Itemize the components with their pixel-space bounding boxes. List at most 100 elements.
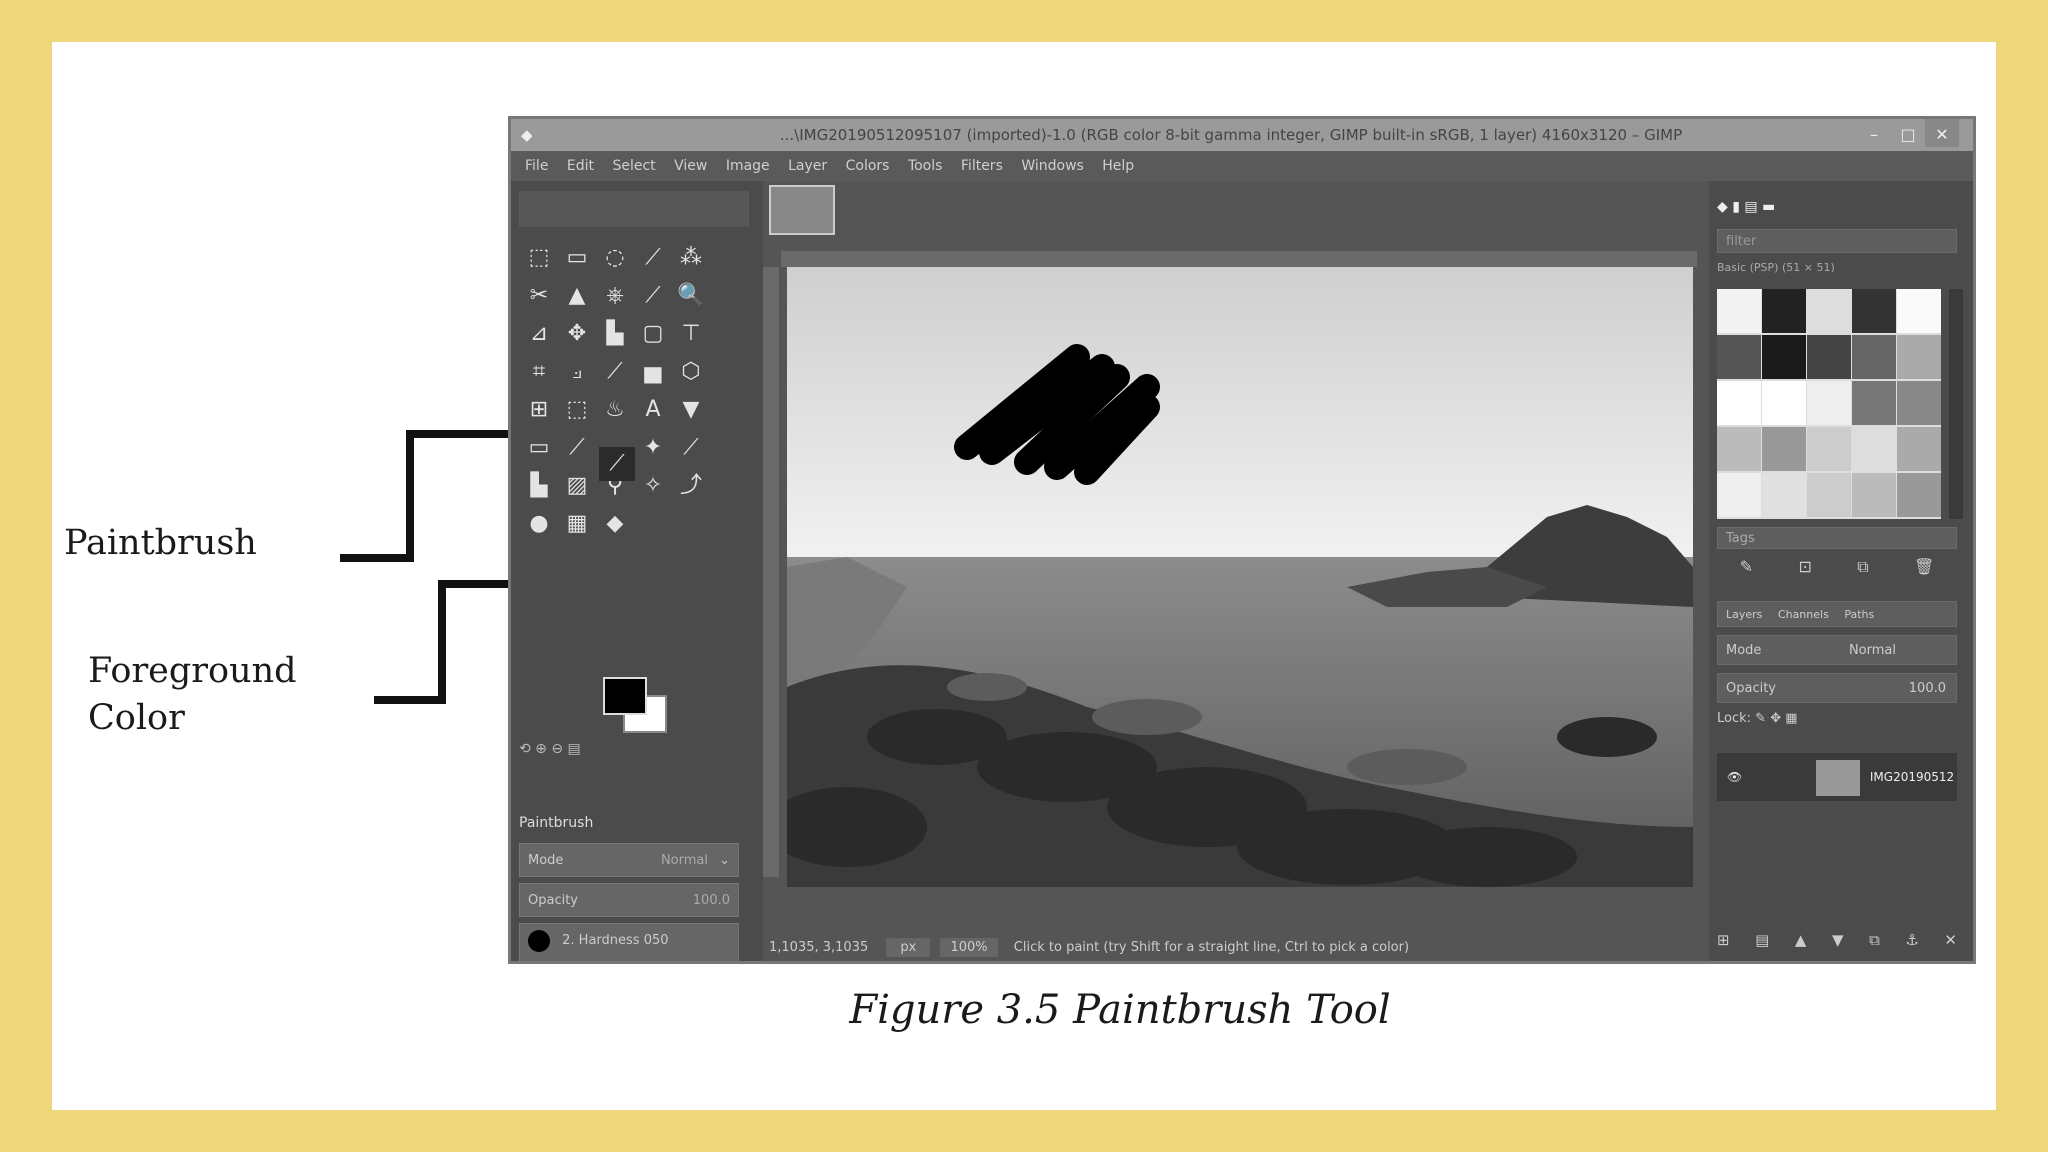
tool-button-14[interactable]: ⊤ <box>673 317 709 351</box>
tool-button-33[interactable]: ✧ <box>635 469 671 503</box>
opacity-slider[interactable]: Opacity 100.0 <box>519 883 739 917</box>
brush-swatch[interactable] <box>1852 335 1896 379</box>
brush-swatch[interactable] <box>1807 473 1851 517</box>
tool-button-30[interactable]: ▙ <box>521 469 557 503</box>
tool-button-24[interactable]: ▼ <box>673 393 709 427</box>
edit-brush-icon[interactable]: ✎ <box>1740 557 1753 587</box>
tool-button-4[interactable]: ⁂ <box>673 241 709 275</box>
tool-button-6[interactable]: ▲ <box>559 279 595 313</box>
tool-button-26[interactable]: ⟋ <box>559 431 595 465</box>
brush-swatch[interactable] <box>1807 335 1851 379</box>
tool-button-5[interactable]: ✂ <box>521 279 557 313</box>
image-canvas[interactable] <box>787 267 1693 887</box>
brush-swatch[interactable] <box>1717 427 1761 471</box>
tool-button-21[interactable]: ⬚ <box>559 393 595 427</box>
tool-button-19[interactable]: ⬡ <box>673 355 709 389</box>
brush-swatch[interactable] <box>1807 381 1851 425</box>
brush-swatch[interactable] <box>1897 473 1941 517</box>
menu-help[interactable]: Help <box>1102 151 1134 181</box>
brush-swatch[interactable] <box>1897 381 1941 425</box>
layer-row[interactable]: 👁 IMG20190512 <box>1717 753 1957 801</box>
close-button[interactable]: ✕ <box>1925 119 1959 147</box>
brush-swatch[interactable] <box>1762 381 1806 425</box>
brush-select[interactable]: 2. Hardness 050 <box>519 923 739 961</box>
tab-paths[interactable]: Paths <box>1844 608 1874 621</box>
new-group-icon[interactable]: ▤ <box>1755 931 1769 949</box>
brush-swatch[interactable] <box>1717 289 1761 333</box>
tool-button-23[interactable]: A <box>635 393 671 427</box>
brush-swatch[interactable] <box>1717 335 1761 379</box>
tool-button-11[interactable]: ✥ <box>559 317 595 351</box>
tab-channels[interactable]: Channels <box>1778 608 1829 621</box>
tool-button-36[interactable]: ▦ <box>559 507 595 541</box>
tool-button-25[interactable]: ▭ <box>521 431 557 465</box>
menu-layer[interactable]: Layer <box>788 151 827 181</box>
tool-button-9[interactable]: 🔍 <box>673 279 709 313</box>
brush-tag-input[interactable]: Tags <box>1717 527 1957 549</box>
menu-colors[interactable]: Colors <box>846 151 890 181</box>
brush-swatch[interactable] <box>1897 427 1941 471</box>
maximize-button[interactable]: □ <box>1891 119 1925 147</box>
menu-filters[interactable]: Filters <box>961 151 1003 181</box>
lower-layer-icon[interactable]: ▼ <box>1832 931 1844 949</box>
layer-mode-select[interactable]: Mode Normal <box>1717 635 1957 665</box>
brush-swatch[interactable] <box>1762 473 1806 517</box>
brush-swatch[interactable] <box>1897 335 1941 379</box>
delete-brush-icon[interactable]: 🗑 <box>1914 557 1934 587</box>
layer-opacity-slider[interactable]: Opacity 100.0 <box>1717 673 1957 703</box>
new-layer-icon[interactable]: ⊞ <box>1717 931 1730 949</box>
tool-button-18[interactable]: ▅ <box>635 355 671 389</box>
brush-swatch[interactable] <box>1807 289 1851 333</box>
mode-select[interactable]: Mode Normal ⌄ <box>519 843 739 877</box>
tool-button-15[interactable]: ⌗ <box>521 355 557 389</box>
duplicate-brush-icon[interactable]: ⧉ <box>1857 557 1868 587</box>
tool-button-28[interactable]: ✦ <box>635 431 671 465</box>
menu-select[interactable]: Select <box>612 151 655 181</box>
tool-button-34[interactable]: ⤴ <box>673 469 709 503</box>
foreground-color-swatch-top[interactable] <box>603 677 647 715</box>
menu-image[interactable]: Image <box>726 151 770 181</box>
brush-swatch[interactable] <box>1852 427 1896 471</box>
menu-view[interactable]: View <box>674 151 707 181</box>
unit-select[interactable]: px <box>886 938 931 957</box>
visibility-eye-icon[interactable]: 👁 <box>1727 770 1742 784</box>
tool-button-16[interactable]: ⟓ <box>559 355 595 389</box>
brush-swatch[interactable] <box>1852 473 1896 517</box>
tool-button-2[interactable]: ◌ <box>597 241 633 275</box>
tool-button-10[interactable]: ⊿ <box>521 317 557 351</box>
image-tab-thumbnail[interactable] <box>769 185 835 235</box>
tool-button-12[interactable]: ▙ <box>597 317 633 351</box>
tool-button-37[interactable]: ◆ <box>597 507 633 541</box>
tool-button-13[interactable]: ▢ <box>635 317 671 351</box>
tool-button-20[interactable]: ⊞ <box>521 393 557 427</box>
menu-file[interactable]: File <box>525 151 548 181</box>
brush-swatch[interactable] <box>1897 289 1941 333</box>
brush-swatch[interactable] <box>1717 473 1761 517</box>
brush-swatch[interactable] <box>1852 289 1896 333</box>
menu-windows[interactable]: Windows <box>1021 151 1084 181</box>
new-brush-icon[interactable]: ⊡ <box>1798 557 1811 587</box>
tool-options-icon[interactable]: ⟲ ⊕ ⊖ ▤ <box>519 741 581 757</box>
duplicate-layer-icon[interactable]: ⧉ <box>1869 931 1880 949</box>
menu-edit[interactable]: Edit <box>567 151 594 181</box>
tool-button-31[interactable]: ▨ <box>559 469 595 503</box>
tool-button-35[interactable]: ● <box>521 507 557 541</box>
tool-button-22[interactable]: ♨ <box>597 393 633 427</box>
brush-swatch[interactable] <box>1807 427 1851 471</box>
tool-button-7[interactable]: ⎈ <box>597 279 633 313</box>
paintbrush-tool-button[interactable]: ⟋ <box>599 447 635 481</box>
tool-button-1[interactable]: ▭ <box>559 241 595 275</box>
anchor-layer-icon[interactable]: ⚓ <box>1905 931 1918 949</box>
brush-swatch[interactable] <box>1852 381 1896 425</box>
tool-button-3[interactable]: ⟋ <box>635 241 671 275</box>
minimize-button[interactable]: – <box>1857 119 1891 147</box>
tool-button-29[interactable]: ⟋ <box>673 431 709 465</box>
tool-button-8[interactable]: ⟋ <box>635 279 671 313</box>
brushes-scrollbar[interactable] <box>1949 289 1963 519</box>
tool-button-17[interactable]: ⟋ <box>597 355 633 389</box>
brush-filter-input[interactable]: filter <box>1717 229 1957 253</box>
tab-layers[interactable]: Layers <box>1726 608 1762 621</box>
menu-tools[interactable]: Tools <box>908 151 943 181</box>
lock-pixels-icon[interactable]: ✎ ✥ ▦ <box>1755 711 1797 726</box>
brush-swatch[interactable] <box>1762 289 1806 333</box>
